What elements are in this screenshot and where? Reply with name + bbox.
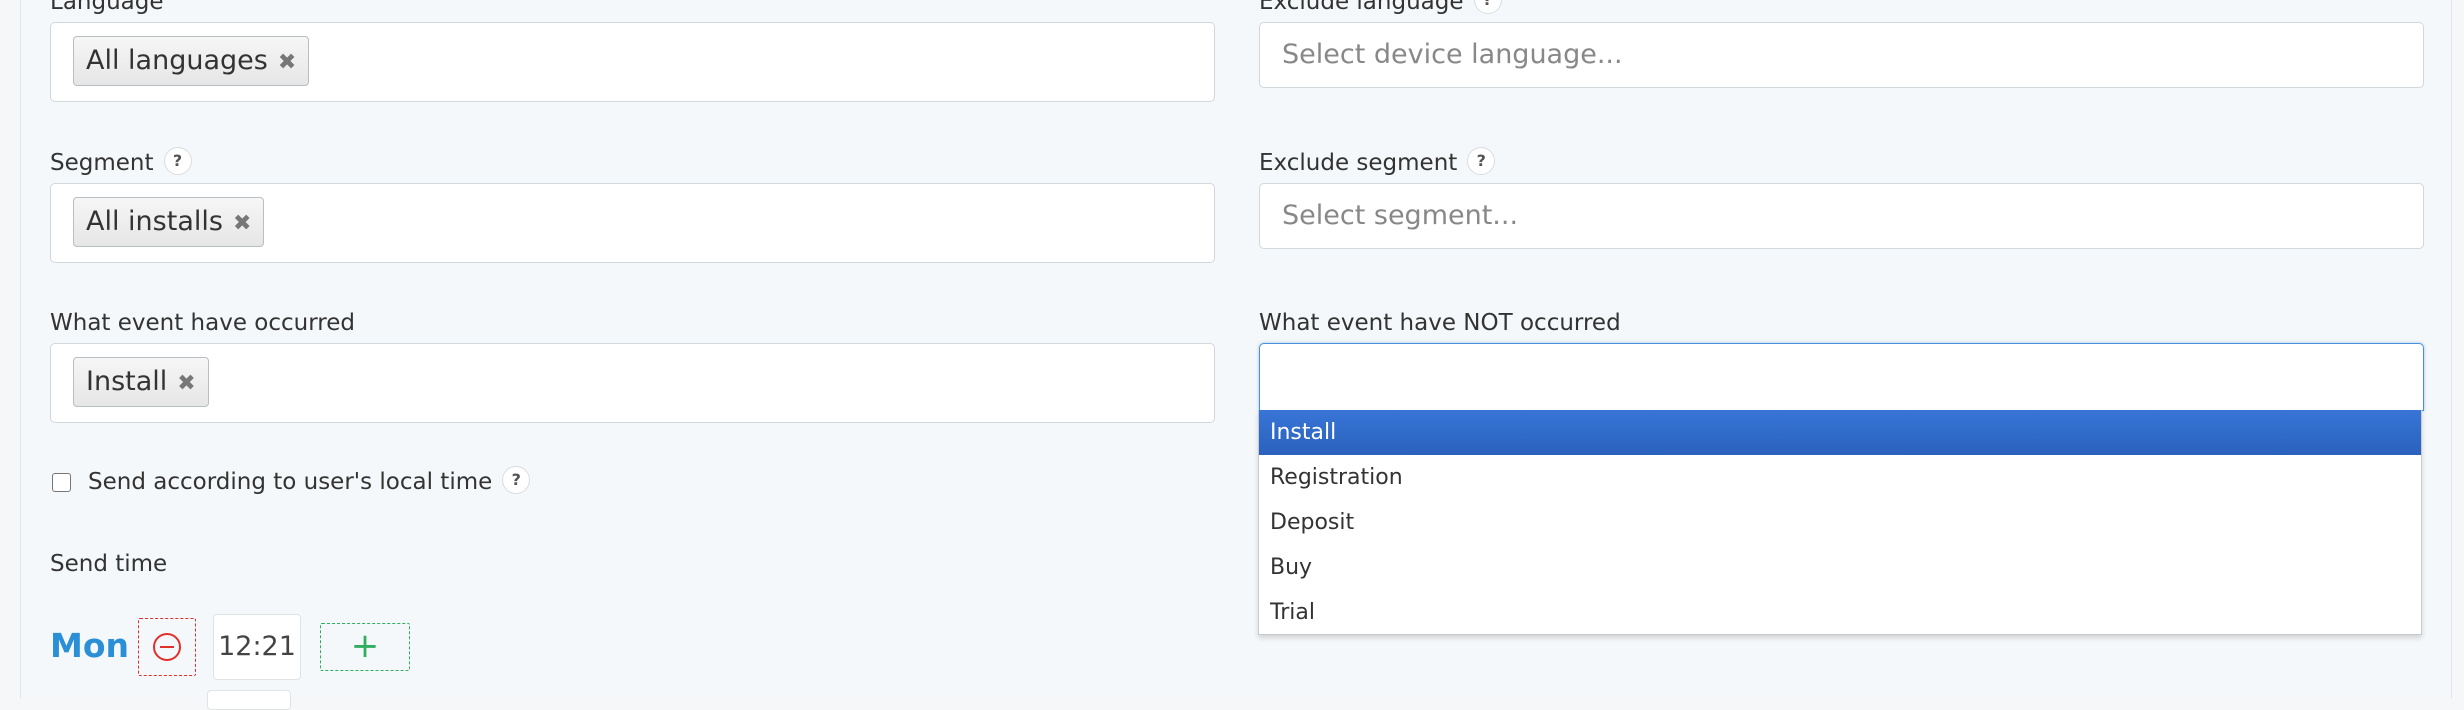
tag-install: Install ✖: [73, 357, 209, 407]
language-label-text: Language: [50, 0, 164, 15]
exclude-language-label: Exclude language?: [1259, 0, 1502, 17]
segment-label: Segment?: [50, 146, 192, 178]
option-registration[interactable]: Registration: [1259, 455, 2421, 500]
add-time-button[interactable]: +: [320, 623, 410, 671]
exclude-segment-select[interactable]: Select segment...: [1259, 183, 2424, 249]
local-time-label-text: Send according to user's local time: [88, 469, 493, 495]
time-input[interactable]: 12:21: [213, 614, 301, 680]
tag-label: Install: [86, 366, 168, 397]
tag-label: All installs: [86, 206, 223, 237]
remove-time-button[interactable]: [138, 618, 196, 676]
help-icon[interactable]: ?: [502, 465, 531, 494]
tag-all-languages: All languages ✖: [73, 36, 310, 86]
exclude-segment-label: Exclude segment?: [1259, 146, 1496, 178]
help-icon[interactable]: ?: [163, 146, 192, 175]
remove-tag-icon[interactable]: ✖: [233, 211, 251, 236]
help-icon[interactable]: ?: [1467, 146, 1496, 175]
event-not-occurred-label-text: What event have NOT occurred: [1259, 310, 1621, 336]
option-buy[interactable]: Buy: [1259, 545, 2421, 590]
segment-label-text: Segment: [50, 150, 154, 176]
event-not-occurred-label: What event have NOT occurred: [1259, 309, 1621, 337]
option-deposit[interactable]: Deposit: [1259, 500, 2421, 545]
send-time-label: Send time: [50, 550, 167, 578]
event-occurred-label: What event have occurred: [50, 309, 355, 337]
option-install[interactable]: Install: [1259, 410, 2421, 455]
exclude-segment-label-text: Exclude segment: [1259, 150, 1458, 176]
time-input-next[interactable]: [207, 690, 291, 710]
send-time-label-text: Send time: [50, 551, 168, 577]
language-label: Language: [50, 0, 164, 16]
exclude-language-label-text: Exclude language: [1259, 0, 1464, 15]
local-time-label: Send according to user's local time?: [88, 465, 531, 497]
tag-all-installs: All installs ✖: [73, 197, 265, 247]
remove-tag-icon[interactable]: ✖: [177, 371, 195, 396]
language-select[interactable]: All languages ✖: [50, 22, 1215, 102]
remove-tag-icon[interactable]: ✖: [278, 50, 296, 75]
exclude-language-select[interactable]: Select device language...: [1259, 22, 2424, 88]
event-occurred-label-text: What event have occurred: [50, 310, 355, 336]
event-occurred-select[interactable]: Install ✖: [50, 343, 1215, 423]
minus-circle-icon: [153, 633, 181, 661]
event-not-occurred-dropdown: Install Registration Deposit Buy Trial: [1258, 410, 2422, 635]
help-icon[interactable]: ?: [1473, 0, 1502, 14]
exclude-segment-placeholder: Select segment...: [1282, 200, 1519, 231]
event-not-occurred-input[interactable]: [1259, 343, 2424, 411]
segment-select[interactable]: All installs ✖: [50, 183, 1215, 263]
tag-label: All languages: [86, 45, 268, 76]
local-time-checkbox[interactable]: [52, 473, 71, 492]
option-trial[interactable]: Trial: [1259, 590, 2421, 635]
exclude-language-placeholder: Select device language...: [1282, 39, 1623, 70]
day-label: Mon: [50, 626, 130, 665]
